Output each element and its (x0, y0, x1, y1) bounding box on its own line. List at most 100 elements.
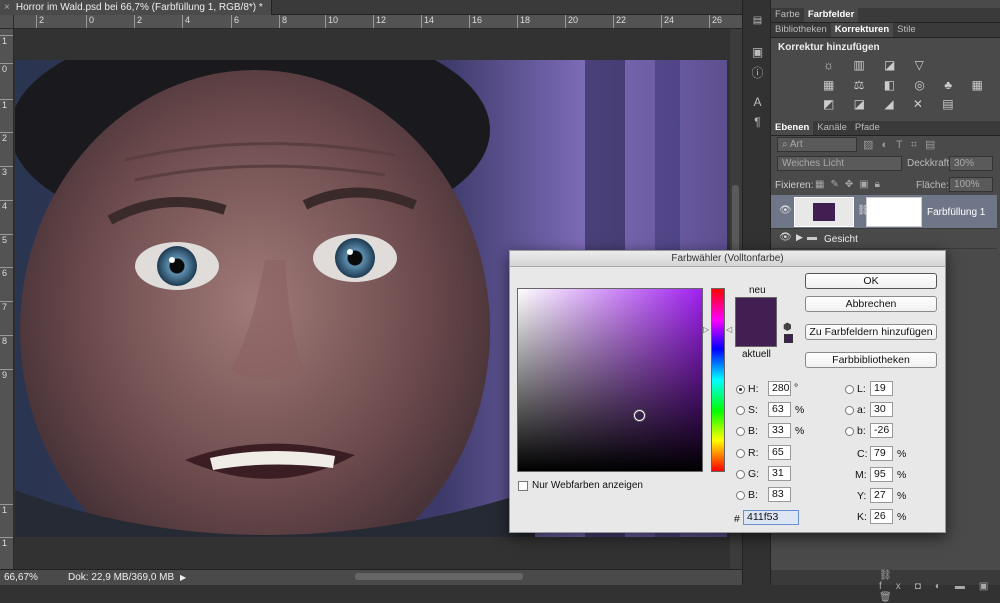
radio-saturation[interactable] (736, 406, 745, 415)
red-input[interactable]: 65 (768, 445, 791, 460)
black-input[interactable]: 26 (870, 509, 893, 524)
layer-mask-thumbnail[interactable] (866, 197, 922, 227)
ruler-tick: 6 (0, 267, 13, 278)
opacity-label: Deckkraft: (907, 158, 953, 169)
saturation-input[interactable]: 63 (768, 402, 791, 417)
hue-slider-right-arrow-icon[interactable]: ◁ (726, 325, 732, 334)
ruler-tick: 8 (279, 15, 287, 28)
color-libraries-button[interactable]: Farbbibliotheken (805, 352, 937, 368)
tab-pfade[interactable]: Pfade (851, 121, 884, 135)
visibility-eye-icon[interactable]: 👁︎ (779, 232, 792, 243)
radio-red[interactable] (736, 449, 745, 458)
brightness-input[interactable]: 33 (768, 423, 791, 438)
cancel-button[interactable]: Abbrechen (805, 296, 937, 312)
ruler-tick: 4 (0, 200, 13, 211)
canvas-horizontal-scroll-thumb[interactable] (355, 573, 523, 580)
document-tab[interactable]: × Horror im Wald.psd bei 66,7% (Farbfüllu… (0, 0, 272, 15)
saturation-brightness-field[interactable] (517, 288, 703, 472)
tab-ebenen[interactable]: Ebenen (771, 121, 814, 135)
web-colors-label: Nur Webfarben anzeigen (532, 480, 643, 491)
cyan-input[interactable]: 79 (870, 446, 893, 461)
yellow-input[interactable]: 27 (870, 488, 893, 503)
document-info: Dok: 22,9 MB/369,0 MB (68, 572, 175, 583)
magenta-input[interactable]: 95 (870, 467, 893, 482)
layer-row[interactable]: 👁︎ ▶ ▬ Gesicht (771, 229, 997, 249)
character-icon[interactable]: A (751, 96, 764, 109)
info-icon[interactable]: ⓘ (751, 67, 764, 80)
ruler-tick: 1 (0, 35, 13, 46)
lock-label: Fixieren: (775, 180, 814, 191)
zoom-level[interactable]: 66,67% (4, 570, 38, 585)
layers-footer-icons[interactable]: ⛓fx◘◐▬▣🗑︎ (771, 570, 1000, 603)
cyan-label: C: (857, 448, 868, 460)
layer-filter-icons[interactable]: ▨◐T⌗▤ (863, 138, 943, 152)
expand-arrow-icon[interactable]: ▶ (796, 232, 803, 243)
lock-icons[interactable]: ▦✎✥▣🔒︎ (815, 179, 886, 190)
opacity-field[interactable]: 30% (949, 156, 993, 171)
fill-field[interactable]: 100% (949, 177, 993, 192)
ruler-tick: 5 (0, 234, 13, 245)
radio-green[interactable] (736, 470, 745, 479)
brightness-unit: % (795, 425, 805, 437)
tab-kanaele[interactable]: Kanäle (813, 121, 851, 135)
radio-blue[interactable] (736, 491, 745, 500)
web-safe-swatch[interactable] (784, 334, 793, 343)
black-label: K: (857, 511, 867, 523)
adjustment-icons-row-1[interactable]: ☼ ▥ ◪ ▽ (823, 58, 932, 72)
new-color-label: neu (749, 285, 766, 296)
status-menu-arrow-icon[interactable]: ▶ (180, 570, 186, 585)
adjustment-icons-row-3[interactable]: ◩ ◪ ◢ ✕ ▤ (823, 97, 962, 111)
radio-lab-a[interactable] (845, 406, 854, 415)
layer-name[interactable]: Farbfüllung 1 (927, 207, 985, 218)
radio-lab-b[interactable] (845, 427, 854, 436)
tab-korrekturen[interactable]: Korrekturen (830, 23, 894, 37)
horizontal-ruler[interactable]: 2 0 2 4 6 8 10 12 14 16 18 20 22 24 26 (14, 15, 742, 29)
cube-icon[interactable]: ▣ (751, 46, 764, 59)
ruler-tick: 7 (0, 301, 13, 312)
tab-bibliotheken[interactable]: Bibliotheken (771, 23, 831, 37)
ok-button[interactable]: OK (805, 273, 937, 289)
lab-a-input[interactable]: 30 (870, 402, 893, 417)
visibility-eye-icon[interactable]: 👁︎ (779, 205, 792, 216)
tab-farbfelder[interactable]: Farbfelder (803, 8, 859, 22)
lab-l-label: L: (857, 383, 866, 395)
color-field-marker[interactable] (634, 410, 645, 421)
paragraph-icon[interactable]: ¶ (751, 116, 764, 129)
ruler-tick: 4 (182, 15, 190, 28)
tab-stile[interactable]: Stile (893, 23, 919, 37)
lab-b-input[interactable]: -26 (870, 423, 893, 438)
tab-farbe[interactable]: Farbe (771, 8, 804, 22)
ruler-tick: 22 (613, 15, 626, 28)
add-to-swatches-button[interactable]: Zu Farbfeldern hinzufügen (805, 324, 937, 340)
blue-input[interactable]: 83 (768, 487, 791, 502)
ruler-tick: 18 (517, 15, 530, 28)
green-input[interactable]: 31 (768, 466, 791, 481)
lab-l-input[interactable]: 19 (870, 381, 893, 396)
history-icon[interactable]: ▤ (751, 14, 764, 27)
radio-lab-l[interactable] (845, 385, 854, 394)
group-name[interactable]: Gesicht (824, 234, 858, 245)
layer-row[interactable]: 👁︎ ⛓︎ Farbfüllung 1 (771, 195, 997, 229)
gamut-cube-icon[interactable]: ⬢ (783, 322, 792, 333)
hex-input[interactable]: 411f53 (743, 510, 799, 525)
radio-brightness[interactable] (736, 427, 745, 436)
hue-slider-left-arrow-icon[interactable]: ▷ (703, 325, 709, 334)
fill-label: Fläche: (916, 180, 949, 191)
hue-unit: ° (794, 382, 799, 394)
current-color-swatch[interactable] (736, 322, 776, 346)
blend-mode-select[interactable]: Weiches Licht (777, 156, 902, 171)
radio-hue[interactable] (736, 385, 745, 394)
close-tab-icon[interactable]: × (4, 0, 10, 15)
adjustment-icons-row-2[interactable]: ▦ ⚖ ◧ ◎ ♣ ▦ (823, 78, 991, 92)
layer-filter-select[interactable]: ⌕ Art (777, 137, 857, 152)
fill-value: 100% (954, 179, 980, 190)
adjustments-heading: Korrektur hinzufügen (778, 42, 880, 53)
ruler-tick: 3 (0, 166, 13, 177)
ruler-tick: 2 (0, 132, 13, 143)
web-colors-checkbox[interactable] (518, 481, 528, 491)
vertical-ruler[interactable]: 1 0 1 2 3 4 5 6 7 8 9 1 1 (0, 29, 14, 570)
hue-input[interactable]: 280 (768, 381, 791, 396)
brightness-label: B: (748, 425, 758, 437)
hue-slider[interactable] (711, 288, 725, 472)
yellow-unit: % (897, 490, 907, 502)
